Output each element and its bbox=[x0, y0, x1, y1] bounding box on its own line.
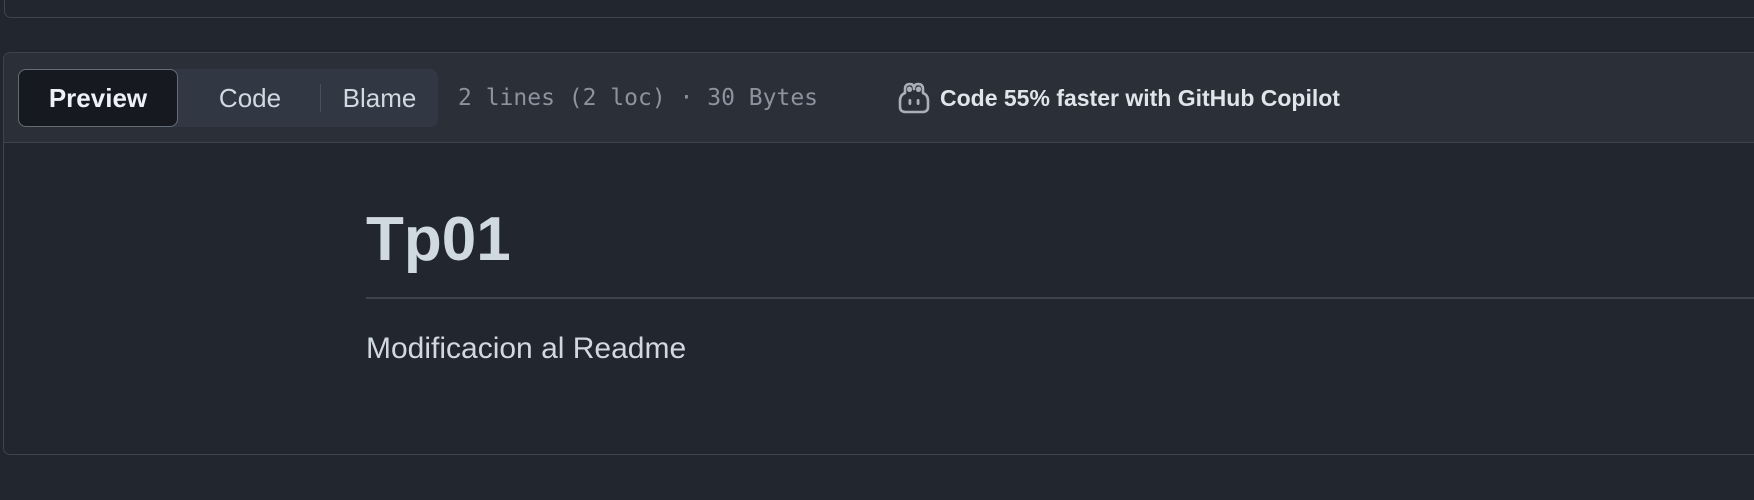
tab-code[interactable]: Code bbox=[180, 69, 320, 127]
previous-panel-border bbox=[4, 0, 1754, 18]
heading-underline bbox=[366, 297, 1754, 299]
view-mode-switcher: Preview Code Blame bbox=[18, 69, 438, 127]
tab-preview[interactable]: Preview bbox=[18, 69, 178, 127]
copilot-promo-label: Code 55% faster with GitHub Copilot bbox=[940, 84, 1340, 111]
readme-paragraph: Modificacion al Readme bbox=[366, 332, 687, 365]
readme-heading: Tp01 bbox=[366, 205, 511, 274]
copilot-promo-link[interactable]: Code 55% faster with GitHub Copilot bbox=[897, 69, 1340, 127]
file-header: Preview Code Blame 2 lines (2 loc) · 30 … bbox=[4, 53, 1754, 143]
tab-blame[interactable]: Blame bbox=[321, 69, 438, 127]
file-metadata: 2 lines (2 loc) · 30 Bytes bbox=[458, 85, 819, 111]
copilot-icon bbox=[897, 81, 931, 115]
readme-content: Tp01 Modificacion al Readme bbox=[4, 143, 1754, 366]
file-view-panel: Preview Code Blame 2 lines (2 loc) · 30 … bbox=[3, 52, 1754, 455]
